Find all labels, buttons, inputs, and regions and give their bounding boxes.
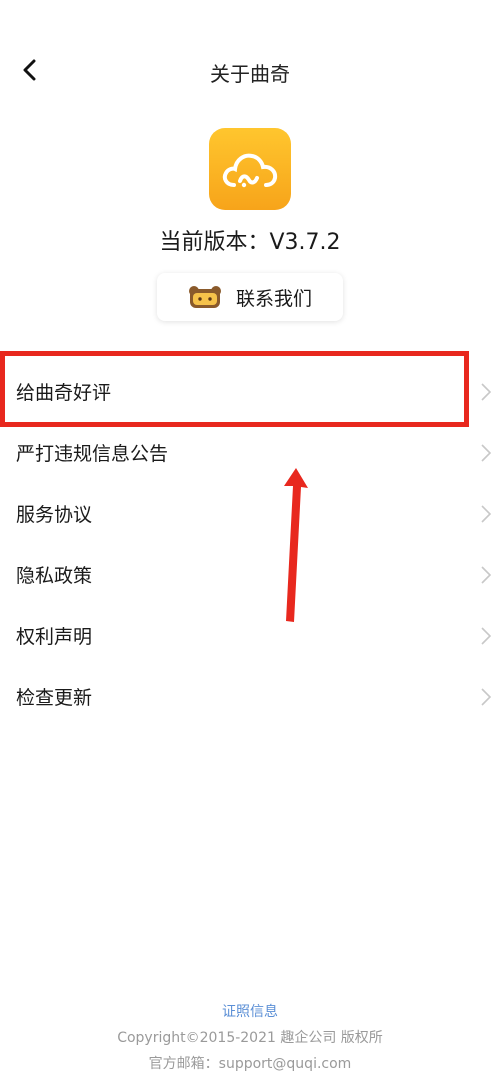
bear-chat-icon xyxy=(188,286,221,308)
chevron-right-icon xyxy=(481,687,492,706)
app-logo xyxy=(209,128,291,210)
menu-item-label: 权利声明 xyxy=(16,626,93,648)
menu-item-privacy-policy[interactable]: 隐私政策 xyxy=(0,544,500,605)
menu-item-label: 检查更新 xyxy=(16,687,93,709)
chevron-right-icon xyxy=(481,504,492,523)
license-info-link[interactable]: 证照信息 xyxy=(0,1001,500,1021)
cloud-icon xyxy=(222,153,278,188)
copyright-text: Copyright©2015-2021 趣企公司 版权所 xyxy=(117,1030,383,1046)
menu-item-violation-notice[interactable]: 严打违规信息公告 xyxy=(0,422,500,483)
contact-us-label: 联系我们 xyxy=(235,287,312,310)
menu-item-label: 严打违规信息公告 xyxy=(16,443,169,465)
contact-us-button[interactable]: 联系我们 xyxy=(157,273,343,321)
version-label: 当前版本：V3.7.2 xyxy=(159,230,341,255)
page-title: 关于曲奇 xyxy=(210,62,290,86)
chevron-right-icon xyxy=(481,443,492,462)
official-email-text: 官方邮箱：support@quqi.com xyxy=(148,1056,352,1072)
menu-item-label: 给曲奇好评 xyxy=(16,382,112,404)
menu-item-service-agreement[interactable]: 服务协议 xyxy=(0,483,500,544)
chevron-right-icon xyxy=(481,565,492,584)
chevron-right-icon xyxy=(481,626,492,645)
settings-menu: 给曲奇好评 严打违规信息公告 服务协议 隐私政策 权利声明 检查更新 xyxy=(0,361,500,727)
top-bar: 关于曲奇 xyxy=(0,40,500,100)
menu-item-check-update[interactable]: 检查更新 xyxy=(0,666,500,727)
menu-item-label: 隐私政策 xyxy=(16,565,93,587)
chevron-right-icon xyxy=(481,382,492,401)
menu-item-label: 服务协议 xyxy=(16,504,93,526)
menu-item-rate[interactable]: 给曲奇好评 xyxy=(0,361,500,422)
menu-item-rights-statement[interactable]: 权利声明 xyxy=(0,605,500,666)
